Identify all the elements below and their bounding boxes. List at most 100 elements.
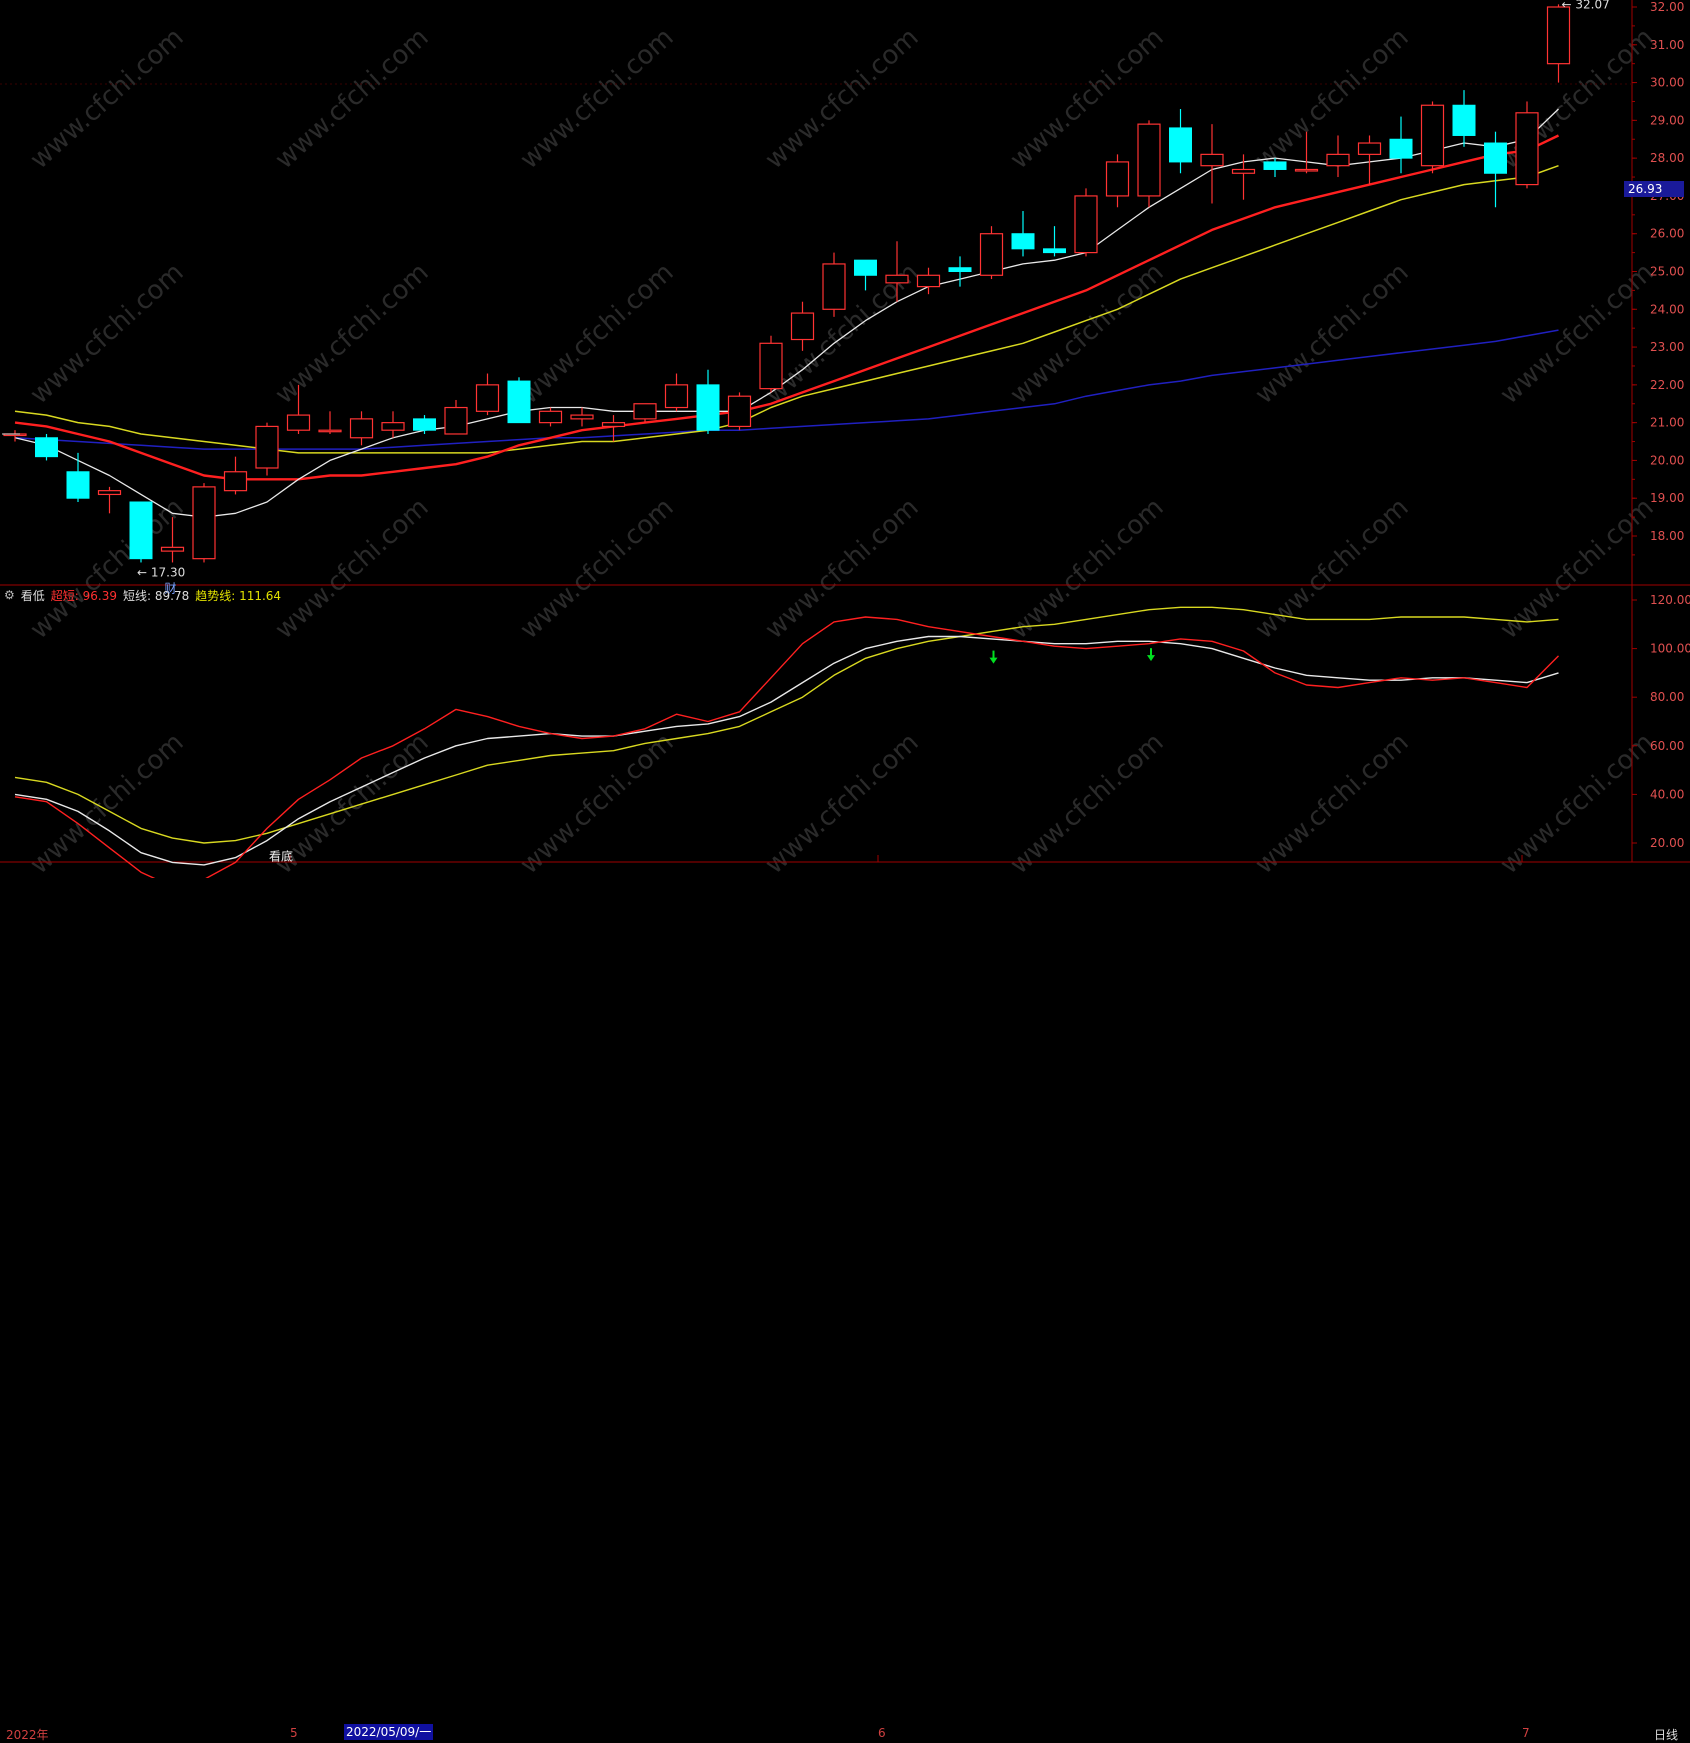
candle-body-up[interactable] xyxy=(1420,104,1445,167)
candle-body-up[interactable] xyxy=(318,429,342,433)
candle-body-down[interactable] xyxy=(1452,104,1476,136)
candle-body-down[interactable] xyxy=(1484,142,1507,174)
indicator-line xyxy=(14,635,1559,866)
indicator-name[interactable]: 看低 xyxy=(21,587,45,604)
indicator-tick-label: 120.00 xyxy=(1650,593,1690,607)
candle-body-up[interactable] xyxy=(1074,195,1098,254)
candle-body-up[interactable] xyxy=(633,403,657,420)
watermark-text: www.cfchi.com xyxy=(760,492,925,645)
price-tick-label: 26.00 xyxy=(1650,227,1684,241)
price-tick-label: 21.00 xyxy=(1650,416,1684,430)
candle-body-up[interactable] xyxy=(475,384,500,412)
watermark-text: www.cfchi.com xyxy=(1250,492,1415,645)
candle-body-down[interactable] xyxy=(413,418,436,431)
watermark-text: www.cfchi.com xyxy=(515,492,680,645)
candle-body-up[interactable] xyxy=(286,414,311,431)
period-selector[interactable]: 日线 xyxy=(1654,1726,1678,1743)
sell-signal-arrowhead-icon xyxy=(989,657,998,664)
price-tick-label: 32.00 xyxy=(1650,0,1684,14)
candle-body-up[interactable] xyxy=(1357,142,1382,155)
candle-body-up[interactable] xyxy=(1200,153,1224,167)
candle-body-down[interactable] xyxy=(1263,161,1287,170)
watermark-text: www.cfchi.com xyxy=(515,22,680,175)
moving-average-lines xyxy=(14,108,1560,518)
candle-body-down[interactable] xyxy=(696,384,720,431)
current-price-tag: 26.93 xyxy=(1624,181,1684,197)
candle-body-up[interactable] xyxy=(885,274,909,284)
indicator-header: ⚙ 看低 超短: 96.39 短线: 89.78 趋势线: 111.64 xyxy=(4,586,281,604)
candle-body-up[interactable] xyxy=(538,410,563,424)
candle-body-down[interactable] xyxy=(129,501,153,560)
candle-body-up[interactable] xyxy=(255,425,279,469)
price-axis: 18.00 19.00 20.00 21.00 22.00 23.00 24.00 25.00… xyxy=(1632,0,1690,850)
watermark-text: www.cfchi.com xyxy=(1495,727,1660,878)
candle-body-up[interactable] xyxy=(1515,112,1539,186)
candle-body-up[interactable] xyxy=(97,490,122,496)
watermark-text: www.cfchi.com xyxy=(1005,727,1170,878)
candle-body-up[interactable] xyxy=(916,274,941,288)
watermark-text: www.cfchi.com xyxy=(1005,492,1170,645)
watermark-text: www.cfchi.com xyxy=(1250,727,1415,878)
low-price-label: ← 17.30 xyxy=(137,565,185,579)
price-tick-label: 19.00 xyxy=(1650,491,1684,505)
candle-body-up[interactable] xyxy=(160,546,185,552)
candle-body-down[interactable] xyxy=(948,267,972,273)
indicator-tick-label: 60.00 xyxy=(1650,739,1684,753)
date-cursor-label: 2022/05/09/一 xyxy=(344,1724,434,1740)
candle-body-up[interactable] xyxy=(790,312,815,341)
trend-value: 趋势线: 111.64 xyxy=(195,588,282,603)
candle-body-up[interactable] xyxy=(727,395,752,428)
price-tick-label: 31.00 xyxy=(1650,38,1684,52)
candle-body-up[interactable] xyxy=(822,263,846,310)
price-tick-label: 25.00 xyxy=(1650,265,1684,279)
candle-body-up[interactable] xyxy=(444,406,468,435)
watermark-text: www.cfchi.com xyxy=(1005,257,1170,410)
candle-body-down[interactable] xyxy=(1169,127,1192,163)
month-6-label: 6 xyxy=(878,1726,886,1740)
stock-chart-canvas[interactable]: www.cfchi.com www.cfchi.com www.cfchi.com w… xyxy=(0,0,1690,878)
candle-body-up[interactable] xyxy=(759,342,783,390)
watermark-text: www.cfchi.com xyxy=(1495,257,1660,410)
watermark-text: www.cfchi.com xyxy=(760,727,925,878)
candle-body-up[interactable] xyxy=(223,471,248,492)
price-tick-label: 28.00 xyxy=(1650,151,1684,165)
price-tick-label: 24.00 xyxy=(1650,302,1684,316)
candle-body-up[interactable] xyxy=(381,422,405,431)
gear-icon[interactable]: ⚙ xyxy=(4,588,15,602)
ma-white-line xyxy=(14,108,1559,518)
candle-body-down[interactable] xyxy=(854,259,877,276)
candle-body-down[interactable] xyxy=(35,437,58,458)
candle-body-up[interactable] xyxy=(192,486,216,560)
watermark-text: www.cfchi.com xyxy=(1250,257,1415,410)
watermark-text: www.cfchi.com xyxy=(25,257,190,410)
watermark-text: www.cfchi.com xyxy=(25,727,190,878)
candle-body-down[interactable] xyxy=(1043,248,1066,254)
candle-body-up[interactable] xyxy=(1231,168,1256,174)
candle-body-up[interactable] xyxy=(1294,168,1319,172)
candle-body-up[interactable] xyxy=(1546,6,1571,65)
candle-body-up[interactable] xyxy=(1105,161,1130,197)
price-tick-label: 18.00 xyxy=(1650,529,1684,543)
candle-body-up[interactable] xyxy=(979,233,1004,276)
candle-body-up[interactable] xyxy=(1326,153,1350,167)
price-tick-label: 20.00 xyxy=(1650,453,1684,467)
indicator-tick-label: 80.00 xyxy=(1650,690,1684,704)
candle-body-down[interactable] xyxy=(66,471,90,499)
ma-yellow-line xyxy=(14,164,1559,454)
candle-body-up[interactable] xyxy=(349,418,374,439)
candle-body-down[interactable] xyxy=(1389,138,1413,159)
price-tick-label: 30.00 xyxy=(1650,76,1684,90)
price-tick-label: 29.00 xyxy=(1650,113,1684,127)
candle-body-up[interactable] xyxy=(601,422,626,428)
candle-body-down[interactable] xyxy=(1011,233,1035,250)
candle-body-up[interactable] xyxy=(570,414,594,420)
watermark-text: www.cfchi.com xyxy=(1495,492,1660,645)
watermark-text: www.cfchi.com xyxy=(515,257,680,410)
short-value: 短线: 89.78 xyxy=(123,588,190,603)
watermark-text: www.cfchi.com xyxy=(270,22,435,175)
candle-body-up[interactable] xyxy=(664,384,689,409)
candle-body-up[interactable] xyxy=(1137,123,1161,197)
month-7-label: 7 xyxy=(1522,1726,1530,1740)
candle-body-down[interactable] xyxy=(507,380,531,424)
month-5-label: 5 xyxy=(290,1726,298,1740)
